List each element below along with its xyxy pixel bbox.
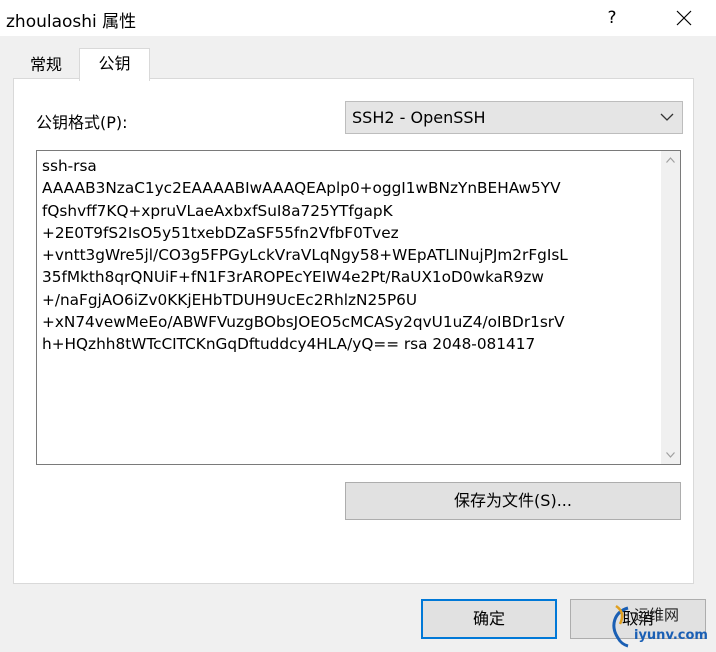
- scroll-up-icon[interactable]: [666, 157, 675, 163]
- watermark-logo: 运维网 iyunv.com: [608, 600, 716, 652]
- watermark-bottom-text: iyunv.com: [634, 628, 708, 643]
- public-key-text: ssh-rsa AAAAB3NzaC1yc2EAAAABIwAAAQEAplp0…: [42, 157, 568, 354]
- key-format-value: SSH2 - OpenSSH: [352, 108, 486, 127]
- save-to-file-button[interactable]: 保存为文件(S)...: [345, 482, 681, 520]
- swirl-icon: [612, 604, 629, 648]
- key-format-label: 公钥格式(P):: [36, 113, 128, 132]
- watermark-top-text: 运维网: [634, 606, 680, 624]
- tab-public-key[interactable]: 公钥: [79, 48, 150, 81]
- chevron-down-icon: [660, 113, 674, 121]
- key-format-select[interactable]: SSH2 - OpenSSH: [345, 101, 683, 134]
- help-button[interactable]: ?: [592, 4, 632, 32]
- vertical-scrollbar[interactable]: [661, 151, 680, 464]
- public-key-textarea[interactable]: ssh-rsa AAAAB3NzaC1yc2EAAAABIwAAAQEAplp0…: [36, 150, 681, 465]
- tab-general[interactable]: 常规: [13, 52, 79, 78]
- ok-button[interactable]: 确定: [421, 599, 557, 639]
- scroll-down-icon[interactable]: [666, 452, 675, 458]
- window-title: zhoulaoshi 属性: [6, 12, 137, 32]
- close-button[interactable]: [662, 4, 706, 32]
- close-icon: [676, 10, 692, 26]
- title-bar: zhoulaoshi 属性 ?: [0, 0, 716, 36]
